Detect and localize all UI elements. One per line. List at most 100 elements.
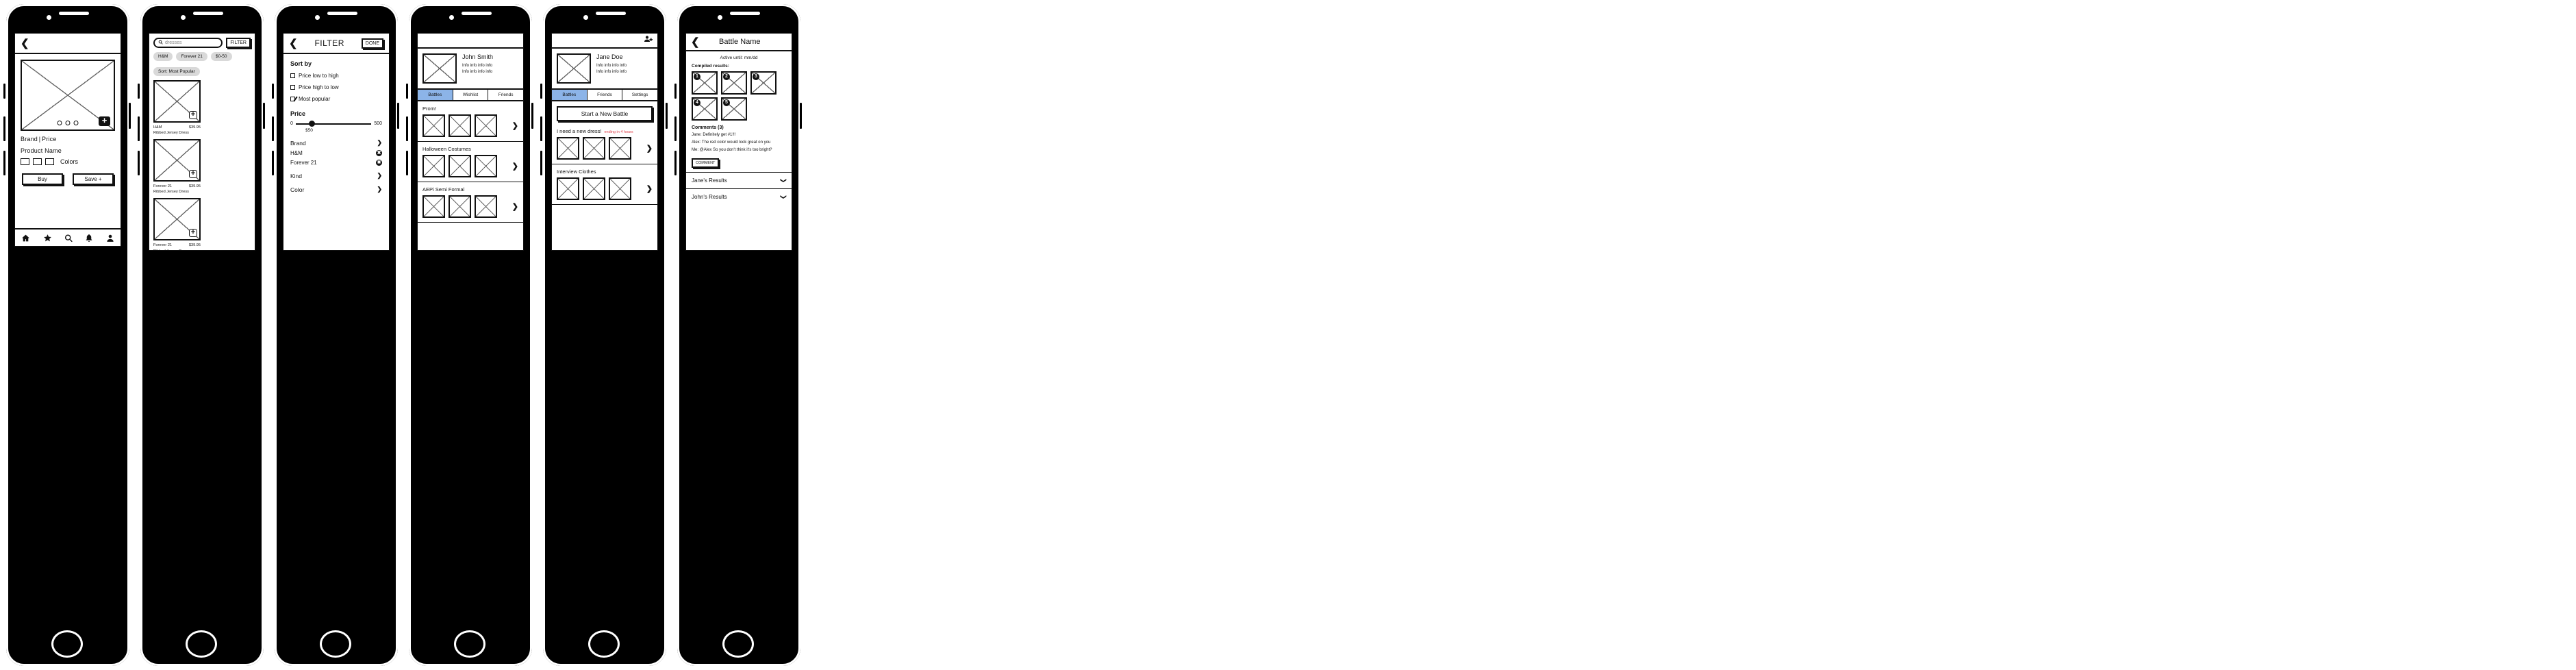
battle-section[interactable]: Prom! ❯ [418,101,523,142]
product-card[interactable]: + Forever 21 $39.95 Ribbed Jersey Dress [153,198,201,250]
battle-section[interactable]: AEPi Semi Formal ❯ [418,182,523,223]
filter-row-kind[interactable]: Kind ❯ [290,172,382,179]
add-plus-icon[interactable]: + [189,170,197,179]
mute-switch[interactable] [539,82,544,100]
battle-section[interactable]: Interview Clothes ❯ [552,164,657,205]
chevron-right-icon[interactable]: ❯ [646,184,653,193]
home-button[interactable] [186,630,217,658]
filter-chip[interactable]: Forever 21 [176,52,207,61]
checkbox-icon[interactable] [290,73,295,78]
filter-row-hm[interactable]: H&M ✖ [290,150,382,156]
volume-up-button[interactable] [2,115,7,142]
chevron-right-icon[interactable]: ❯ [512,202,518,211]
product-thumbnail[interactable]: + [153,198,201,241]
chevron-down-icon[interactable]: ❯ [780,195,787,200]
product-card[interactable]: + Forever 21 $39.95 Ribbed Jersey Dress [153,139,201,195]
close-circle-icon[interactable]: ✖ [376,160,382,166]
close-circle-icon[interactable]: ✖ [376,150,382,156]
battle-thumbnail[interactable] [422,155,445,177]
tab-wishlist[interactable]: Wishlist [453,90,489,100]
volume-down-button[interactable] [673,149,678,177]
buy-button[interactable]: Buy [22,173,63,185]
volume-down-button[interactable] [539,149,544,177]
slider-track[interactable] [295,121,372,127]
gallery-dots[interactable] [57,121,79,125]
avatar[interactable] [422,53,457,84]
mute-switch[interactable] [405,82,409,100]
sort-chip[interactable]: Sort: Most Popular [153,67,200,76]
filter-button[interactable]: FILTER [226,38,251,48]
battle-thumbnail[interactable] [583,177,605,200]
add-plus-icon[interactable]: + [189,111,197,119]
battle-thumbnail[interactable] [475,114,497,137]
result-item[interactable]: 4 [692,97,718,121]
chevron-right-icon[interactable]: ❯ [377,186,382,193]
volume-down-button[interactable] [405,149,409,177]
tab-settings[interactable]: Settings [622,90,657,100]
mute-switch[interactable] [136,82,141,100]
mute-switch[interactable] [673,82,678,100]
checkbox-checked-icon[interactable] [290,97,295,101]
tab-battles[interactable]: Battles [418,90,453,100]
filter-row-color[interactable]: Color ❯ [290,186,382,193]
back-chevron-left-icon[interactable]: ❮ [691,37,700,47]
home-button[interactable] [588,630,620,658]
filter-row-brand[interactable]: Brand ❯ [290,139,382,147]
home-button[interactable] [51,630,83,658]
filter-row-forever21[interactable]: Forever 21 ✖ [290,160,382,166]
result-item[interactable]: 1 [692,71,718,95]
result-item[interactable]: 3 [750,71,776,95]
volume-up-button[interactable] [136,115,141,142]
result-item[interactable]: 5 [721,97,747,121]
price-slider[interactable]: 0 500 [290,121,382,127]
volume-up-button[interactable] [405,115,409,142]
filter-chip[interactable]: $0-50 [210,52,232,61]
color-swatch[interactable] [33,158,42,165]
power-button[interactable] [127,101,132,130]
home-button[interactable] [722,630,754,658]
home-icon[interactable] [21,234,31,243]
battle-thumbnail[interactable] [449,195,471,218]
volume-up-button[interactable] [539,115,544,142]
power-button[interactable] [664,101,669,130]
tab-friends[interactable]: Friends [488,90,523,100]
volume-down-button[interactable] [270,149,275,177]
chevron-right-icon[interactable]: ❯ [377,172,382,179]
sort-option-price-low-high[interactable]: Price low to high [290,73,382,79]
battle-thumbnail[interactable] [609,137,631,160]
tab-battles[interactable]: Battles [552,90,588,100]
star-icon[interactable] [42,234,53,243]
battle-thumbnail[interactable] [475,195,497,218]
battle-thumbnail[interactable] [449,155,471,177]
volume-up-button[interactable] [673,115,678,142]
slider-handle[interactable] [308,121,315,127]
battle-thumbnail[interactable] [422,195,445,218]
tab-friends[interactable]: Friends [588,90,623,100]
accordion-jane-results[interactable]: Jane's Results ❯ [686,172,792,188]
battle-thumbnail[interactable] [475,155,497,177]
avatar[interactable] [557,53,591,84]
color-swatch[interactable] [21,158,29,165]
home-button[interactable] [320,630,351,658]
product-thumbnail[interactable]: + [153,80,201,123]
back-chevron-left-icon[interactable]: ❮ [21,38,29,49]
volume-down-button[interactable] [136,149,141,177]
add-to-battle-plus-icon[interactable]: + [99,116,110,126]
product-image-placeholder[interactable]: + [21,60,115,131]
battle-thumbnail[interactable] [422,114,445,137]
bell-icon[interactable] [84,234,94,243]
person-icon[interactable] [105,234,115,243]
add-plus-icon[interactable]: + [189,229,197,238]
battle-section[interactable]: Halloween Costumes ❯ [418,142,523,182]
color-swatch[interactable] [45,158,54,165]
chevron-right-icon[interactable]: ❯ [512,121,518,130]
result-item[interactable]: 2 [721,71,747,95]
accordion-john-results[interactable]: John's Results ❯ [686,188,792,205]
volume-up-button[interactable] [270,115,275,142]
mute-switch[interactable] [2,82,7,100]
battle-thumbnail[interactable] [449,114,471,137]
battle-thumbnail[interactable] [583,137,605,160]
search-icon[interactable] [64,234,73,243]
sort-option-most-popular[interactable]: Most popular [290,96,382,102]
mute-switch[interactable] [270,82,275,100]
